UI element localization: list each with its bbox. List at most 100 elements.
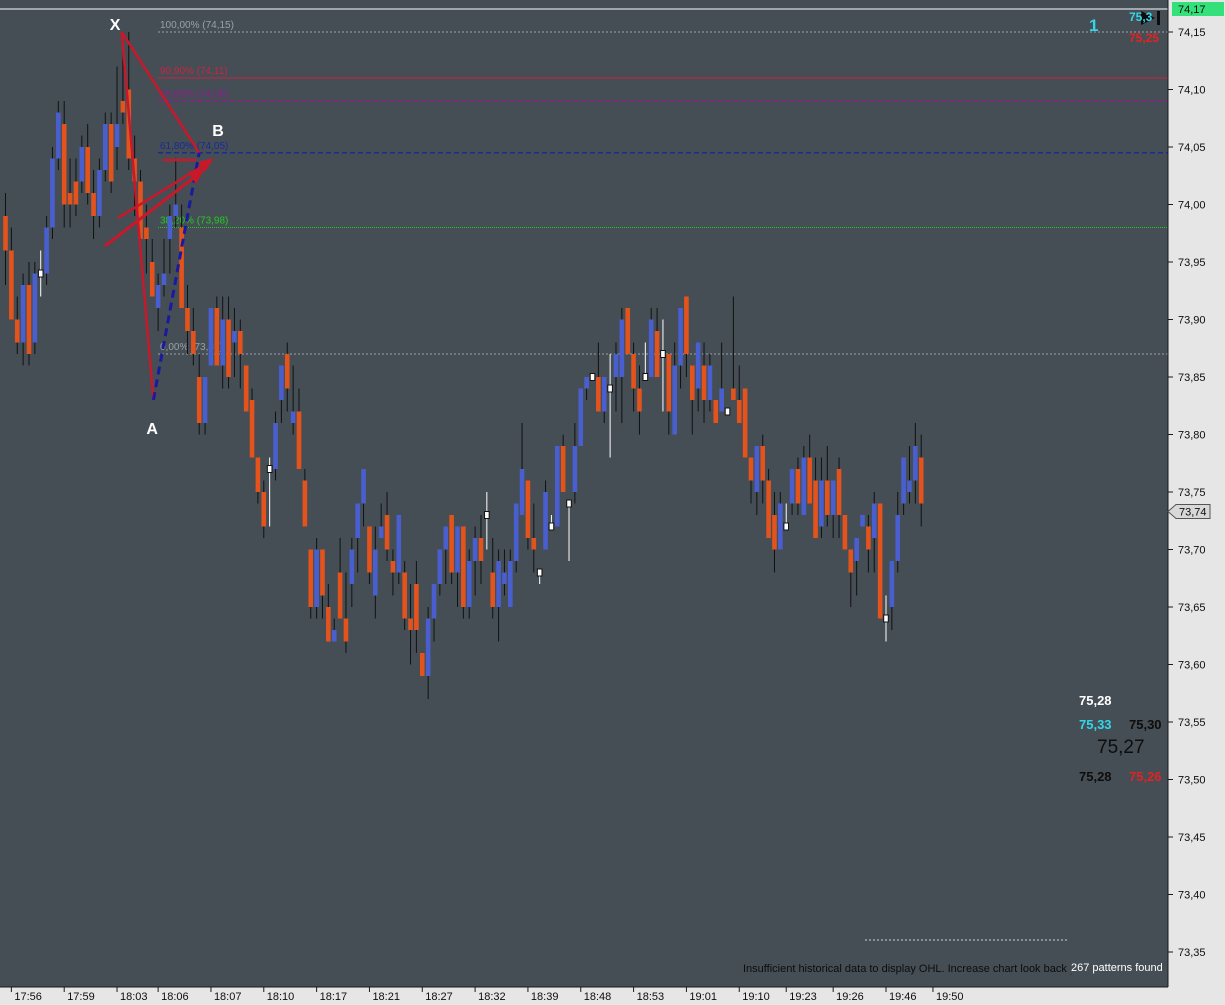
candle-body-106: [625, 308, 631, 354]
candle-body-76: [449, 515, 454, 573]
candle-body-63: [373, 549, 378, 596]
candle-body-108: [637, 388, 642, 412]
y-tick-label-6: 73,85: [1178, 372, 1206, 384]
y-tick-label-2: 74,05: [1178, 142, 1206, 154]
candle-body-110: [648, 319, 654, 377]
candle-body-125: [736, 400, 742, 423]
x-tick-label-16: 19:26: [836, 991, 864, 1003]
y-tick-label-14: 73,45: [1178, 832, 1206, 844]
candle-body-12: [73, 181, 79, 205]
candle-body-112: [660, 350, 666, 358]
candle-body-101: [596, 377, 601, 412]
last-price-label: 73,74: [1179, 507, 1207, 519]
x-tick-label-2: 18:03: [120, 991, 148, 1003]
candle-body-34: [202, 377, 208, 423]
candle-body-116: [684, 296, 689, 354]
candle-body-113: [666, 354, 672, 412]
candle-body-107: [631, 354, 636, 389]
candle-body-7: [44, 227, 49, 274]
candle-body-85: [502, 572, 507, 584]
candle-body-0: [3, 216, 8, 251]
candle-body-135: [795, 469, 801, 504]
candle-body-126: [742, 388, 748, 458]
price-chart[interactable]: 100,00% (74,15) 90,90% (74,11) 78,60% (74,…: [0, 0, 1225, 1005]
fib-label-2: 78,60% (74,09): [160, 89, 228, 100]
x-tick-label-14: 19:10: [742, 991, 770, 1003]
candle-body-17: [102, 124, 108, 170]
x-tick-label-7: 18:21: [372, 991, 400, 1003]
candle-body-55: [326, 607, 331, 642]
candle-body-136: [801, 457, 807, 515]
candle-body-24: [144, 227, 149, 239]
candle-body-16: [97, 170, 102, 216]
candle-body-48: [284, 354, 290, 389]
candle-body-120: [707, 365, 713, 400]
candle-body-58: [343, 618, 349, 642]
candle-body-98: [578, 388, 584, 446]
x-tick-label-5: 18:10: [267, 991, 295, 1003]
candle-body-3: [20, 285, 26, 343]
candle-body-121: [713, 400, 719, 423]
candle-body-153: [901, 457, 906, 504]
y-tick-label-5: 73,90: [1178, 315, 1206, 327]
candle-body-75: [443, 526, 449, 550]
point-b-label: B: [212, 123, 224, 140]
candle-body-84: [496, 561, 501, 607]
end-bar-icon: [1157, 11, 1160, 25]
info-big-value: 75,27: [1097, 737, 1145, 758]
x-tick-label-15: 19:23: [789, 991, 817, 1003]
candle-body-32: [191, 331, 196, 354]
candle-body-147: [866, 526, 871, 550]
candle-body-38: [226, 319, 231, 377]
candle-body-25: [149, 262, 155, 297]
candle-body-83: [490, 572, 496, 607]
candle-body-100: [589, 373, 596, 381]
candle-body-73: [431, 584, 437, 619]
candle-body-66: [390, 561, 396, 573]
candle-body-42: [249, 400, 255, 458]
candle-body-102: [601, 377, 607, 412]
candle-body-90: [531, 538, 537, 550]
candle-body-56: [331, 630, 337, 642]
info-black-value: 75,28: [1079, 769, 1112, 784]
candle-body-114: [672, 365, 677, 435]
y-tick-label-10: 73,65: [1178, 602, 1206, 614]
candle-body-36: [214, 308, 220, 366]
candle-body-9: [56, 112, 61, 159]
candle-body-124: [731, 388, 736, 400]
x-tick-label-4: 18:07: [214, 991, 242, 1003]
candle-body-14: [85, 147, 90, 193]
candle-body-19: [114, 124, 120, 147]
candle-body-132: [778, 503, 783, 550]
x-tick-label-10: 18:39: [531, 991, 559, 1003]
candle-body-127: [748, 457, 754, 481]
candle-body-77: [455, 526, 460, 573]
x-tick-label-8: 18:27: [425, 991, 453, 1003]
candle-body-35: [208, 308, 214, 366]
candle-body-87: [513, 503, 519, 561]
candle-body-91: [536, 568, 543, 577]
info-red-value: 75,26: [1129, 769, 1162, 784]
candle-body-15: [91, 193, 96, 216]
candle-body-26: [155, 285, 161, 308]
candle-body-2: [14, 319, 20, 343]
top-right-red-value: 75,25: [1129, 31, 1160, 45]
candle-body-109: [642, 373, 649, 381]
candle-body-94: [554, 446, 560, 527]
candle-body-71: [419, 653, 425, 676]
candle-body-45: [266, 465, 273, 473]
candle-body-92: [543, 492, 548, 550]
candle-body-70: [414, 584, 419, 630]
candle-body-8: [50, 158, 55, 228]
candle-body-122: [719, 388, 724, 412]
candle-body-104: [613, 354, 619, 377]
y-tick-label-12: 73,55: [1178, 717, 1206, 729]
candle-body-134: [789, 469, 795, 504]
candle-body-5: [32, 273, 38, 343]
candle-body-133: [783, 522, 790, 531]
top-right-value: 75,3: [1129, 10, 1153, 24]
candle-body-67: [396, 515, 402, 573]
candle-body-52: [308, 549, 314, 607]
candle-body-95: [560, 446, 566, 492]
candle-body-60: [355, 503, 360, 538]
